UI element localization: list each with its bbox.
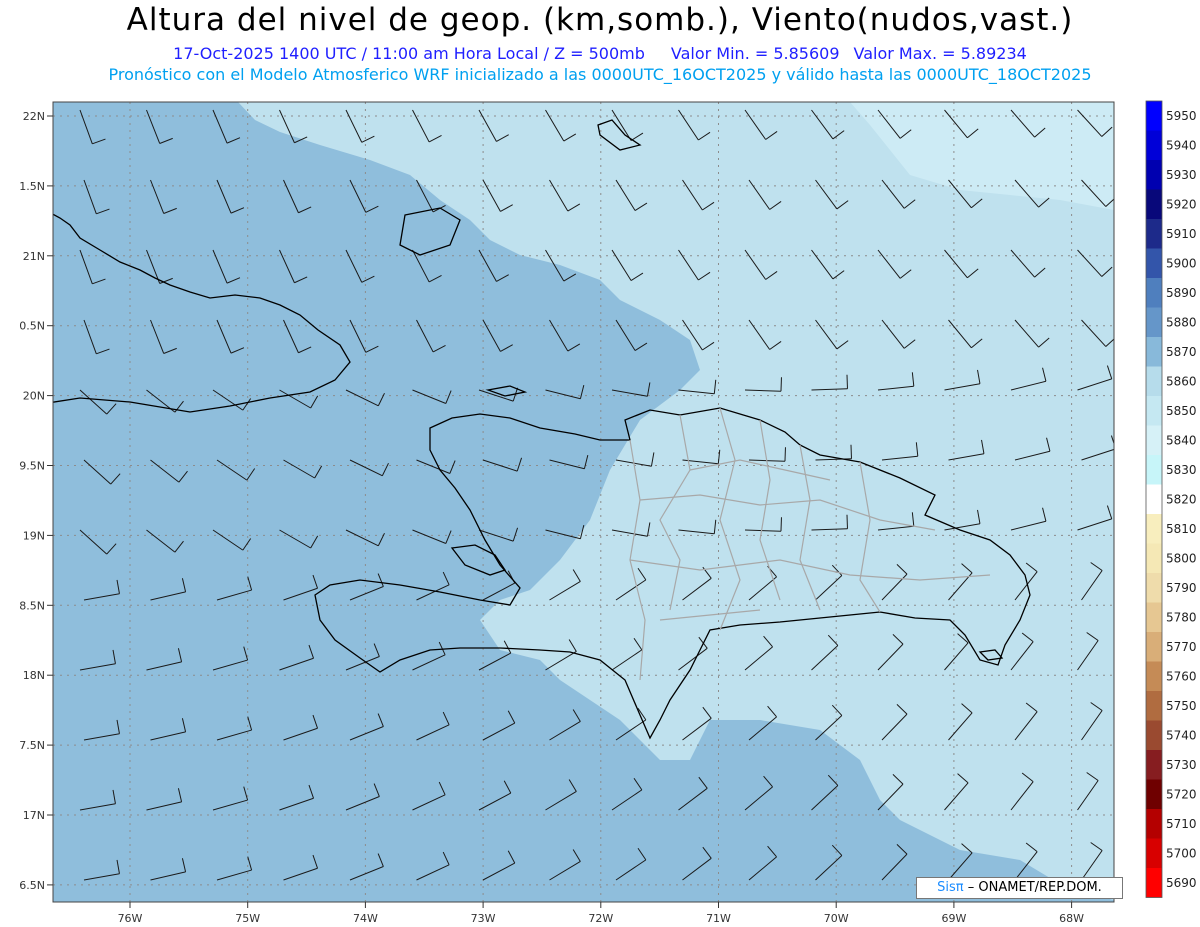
colorbar-label: 5830	[1166, 463, 1197, 477]
colorbar-label: 5890	[1166, 286, 1197, 300]
colorbar-swatch	[1146, 691, 1162, 721]
colorbar-label: 5740	[1166, 728, 1197, 742]
colorbar-label: 5760	[1166, 669, 1197, 683]
colorbar-swatch	[1146, 750, 1162, 780]
colorbar-label: 5950	[1166, 109, 1197, 123]
lon-label: 74W	[353, 912, 378, 925]
lon-label: 70W	[824, 912, 849, 925]
colorbar-swatch	[1146, 838, 1162, 868]
colorbar-label: 5900	[1166, 256, 1197, 270]
lon-label: 68W	[1059, 912, 1084, 925]
lon-label: 75W	[235, 912, 260, 925]
colorbar-swatch	[1146, 425, 1162, 455]
lat-label: 8.5N	[19, 599, 45, 612]
colorbar-label: 5730	[1166, 758, 1197, 772]
lon-label: 71W	[706, 912, 731, 925]
colorbar-swatch	[1146, 484, 1162, 514]
lon-label: 72W	[588, 912, 613, 925]
colorbar-label: 5800	[1166, 551, 1197, 565]
lat-label: 19N	[23, 529, 45, 542]
colorbar-swatch	[1146, 602, 1162, 632]
lat-label: 18N	[23, 669, 45, 682]
latitude-axis: 22N 1.5N 21N 0.5N 20N 9.5N 19N 8.5N 18N 7.5N 17N 6.…	[19, 110, 53, 892]
colorbar-swatch	[1146, 661, 1162, 691]
colorbar-label: 5930	[1166, 168, 1197, 182]
lon-label: 73W	[471, 912, 496, 925]
colorbar-swatch	[1146, 219, 1162, 249]
colorbar-label: 5870	[1166, 345, 1197, 359]
colorbar-swatch	[1146, 514, 1162, 544]
colorbar-swatch	[1146, 868, 1162, 898]
sispi-logo: Sisπ	[937, 880, 964, 895]
lat-label: 21N	[23, 250, 45, 263]
colorbar-swatch	[1146, 809, 1162, 839]
colorbar-swatch	[1146, 337, 1162, 367]
lat-label: 22N	[23, 110, 45, 123]
colorbar-label: 5860	[1166, 374, 1197, 388]
colorbar-swatch	[1146, 189, 1162, 219]
colorbar-label: 5720	[1166, 787, 1197, 801]
colorbar-label: 5820	[1166, 492, 1197, 506]
colorbar-swatch	[1146, 160, 1162, 190]
colorbar-label: 5880	[1166, 315, 1197, 329]
colorbar-swatch	[1146, 455, 1162, 485]
colorbar-label: 5940	[1166, 138, 1197, 152]
lon-label: 69W	[941, 912, 966, 925]
lat-label: 20N	[23, 390, 45, 403]
longitude-axis: 76W 75W 74W 73W 72W 71W 70W 69W 68W	[118, 902, 1084, 925]
colorbar-swatch	[1146, 307, 1162, 337]
colorbar-swatch	[1146, 278, 1162, 308]
colorbar-label: 5810	[1166, 522, 1197, 536]
colorbar-swatch	[1146, 573, 1162, 603]
colorbar-label: 5750	[1166, 699, 1197, 713]
colorbar-swatch	[1146, 720, 1162, 750]
credit-box: Sisπ – ONAMET/REP.DOM.	[916, 877, 1123, 899]
lat-label: 7.5N	[19, 739, 45, 752]
colorbar-swatch	[1146, 366, 1162, 396]
colorbar-swatch	[1146, 632, 1162, 662]
lon-label: 76W	[118, 912, 143, 925]
lat-label: 9.5N	[19, 460, 45, 473]
colorbar-label: 5840	[1166, 433, 1197, 447]
colorbar-swatch	[1146, 396, 1162, 426]
colorbar-label: 5690	[1166, 876, 1197, 890]
lat-label: 0.5N	[19, 320, 45, 333]
colorbar: 5950 5940 5930 5920 5910 5900 5890 5880 5870 5860…	[1145, 100, 1197, 898]
colorbar-swatch	[1146, 130, 1162, 160]
colorbar-label: 5700	[1166, 846, 1197, 860]
colorbar-swatch	[1146, 248, 1162, 278]
colorbar-swatch	[1146, 543, 1162, 573]
colorbar-label: 5710	[1166, 817, 1197, 831]
colorbar-label: 5790	[1166, 581, 1197, 595]
forecast-map: 22N 1.5N 21N 0.5N 20N 9.5N 19N 8.5N 18N 7.5N 17N 6.…	[19, 100, 1197, 925]
colorbar-label: 5850	[1166, 404, 1197, 418]
onamet-credit: – ONAMET/REP.DOM.	[967, 880, 1102, 895]
colorbar-swatch	[1146, 101, 1162, 131]
colorbar-label: 5920	[1166, 197, 1197, 211]
lat-label: 6.5N	[19, 879, 45, 892]
lat-label: 17N	[23, 809, 45, 822]
colorbar-swatch	[1146, 779, 1162, 809]
colorbar-label: 5910	[1166, 227, 1197, 241]
colorbar-label: 5780	[1166, 610, 1197, 624]
colorbar-label: 5770	[1166, 640, 1197, 654]
lat-label: 1.5N	[19, 180, 45, 193]
